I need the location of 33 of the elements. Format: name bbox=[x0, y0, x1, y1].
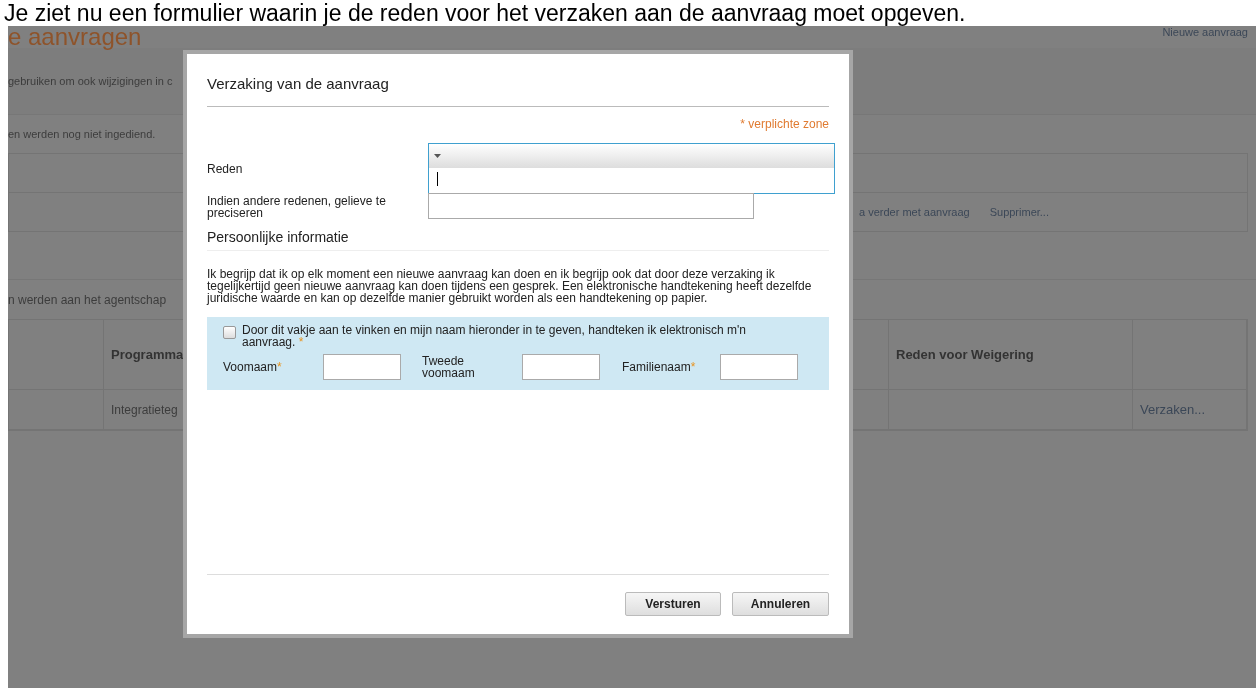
statement-text: Ik begrijp dat ik op elk moment een nieuwe aanvraag kan doen en ik begrijp ook dat door deze verzaking ik tegelijkertijd geen nieuwe aanvraag kan doen tijdens een gesprek. Een elektronische handtekening heeft dezelfde juridische waarde en kan op dezelfde manier gebruikt worden als een handtekening op papier. bbox=[207, 268, 813, 304]
row-action-link[interactable]: Supprimer... bbox=[989, 206, 1057, 218]
field-label: Reden bbox=[207, 161, 244, 176]
table-cell: Integratieteg bbox=[111, 402, 178, 417]
dialog-title: Verzaking van de aanvraag bbox=[207, 75, 389, 92]
signature-checkbox[interactable] bbox=[223, 326, 236, 339]
checkbox-label: Door dit vakje aan te vinken en mijn naam hieronder in te geven, handteken ik elektronisch m'n aanvraag. * bbox=[242, 324, 747, 348]
other-reason-field[interactable] bbox=[428, 193, 754, 219]
caret-icon bbox=[434, 154, 441, 158]
field-label: Voomaam* bbox=[223, 361, 283, 373]
required-mark: * bbox=[690, 360, 696, 374]
reason-dropdown[interactable] bbox=[428, 143, 835, 194]
required-note: * verplichte zone bbox=[740, 117, 829, 131]
submitted-note: n werden aan het agentschap bbox=[8, 292, 167, 307]
caption-text: Je ziet nu een formulier waarin je de reden voor het verzaken aan de aanvraag moet opgeven. bbox=[3, 0, 967, 26]
column-header: Programma bbox=[111, 347, 184, 362]
name-field[interactable] bbox=[522, 354, 600, 380]
name-field[interactable] bbox=[720, 354, 798, 380]
text-cursor bbox=[437, 172, 438, 186]
field-label: Tweede voomaam bbox=[422, 355, 476, 379]
page-title: e aanvragen bbox=[8, 26, 142, 48]
field-label: Indien andere redenen, gelieve te preciseren bbox=[207, 194, 387, 219]
send-button[interactable]: Versturen bbox=[625, 592, 721, 616]
row-action-link[interactable]: a verder met aanvraag bbox=[859, 206, 978, 218]
required-mark: * bbox=[298, 335, 304, 349]
name-field[interactable] bbox=[323, 354, 401, 380]
cancel-button[interactable]: Annuleren bbox=[732, 592, 829, 616]
required-mark: * bbox=[277, 360, 282, 374]
column-header: Reden voor Weigering bbox=[896, 347, 1034, 362]
new-request-link[interactable]: Nieuwe aanvraag bbox=[1162, 26, 1256, 38]
section-title: Persoonlijke informatie bbox=[207, 229, 349, 245]
withdraw-link[interactable]: Verzaken... bbox=[1140, 402, 1206, 417]
drafts-note: en werden nog niet ingediend. bbox=[8, 128, 156, 140]
